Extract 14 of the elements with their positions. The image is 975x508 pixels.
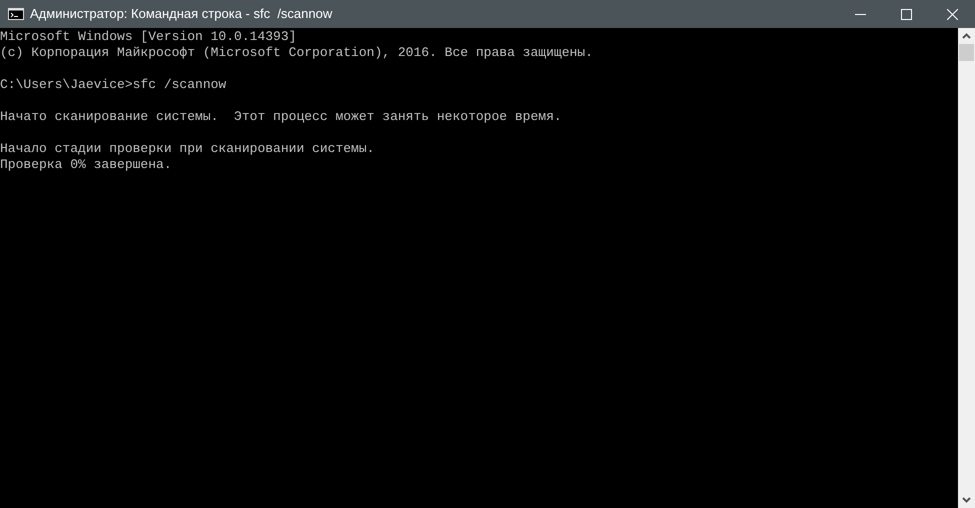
- maximize-icon: [900, 8, 912, 20]
- scroll-up-icon[interactable]: [962, 33, 971, 39]
- console-line: Начало стадии проверки при сканировании системы.: [0, 141, 374, 157]
- scroll-down-icon[interactable]: [962, 497, 971, 503]
- console-line: C:\Users\Jaevice>sfc /scannow: [0, 77, 226, 93]
- console-line: Начато сканирование системы. Этот процесс может занять некоторое время.: [0, 109, 562, 125]
- console-line: (c) Корпорация Майкрософт (Microsoft Corporation), 2016. Все права защищены.: [0, 45, 593, 61]
- console-line: Проверка 0% завершена.: [0, 157, 172, 173]
- console-line: Microsoft Windows [Version 10.0.14393]: [0, 29, 296, 45]
- close-icon: [946, 8, 958, 20]
- scrollbar-thumb[interactable]: [959, 44, 974, 61]
- scrollbar[interactable]: [958, 28, 975, 508]
- window-title: Администратор: Командная строка - sfc /scannow: [30, 5, 332, 24]
- console-app-icon: [8, 8, 24, 20]
